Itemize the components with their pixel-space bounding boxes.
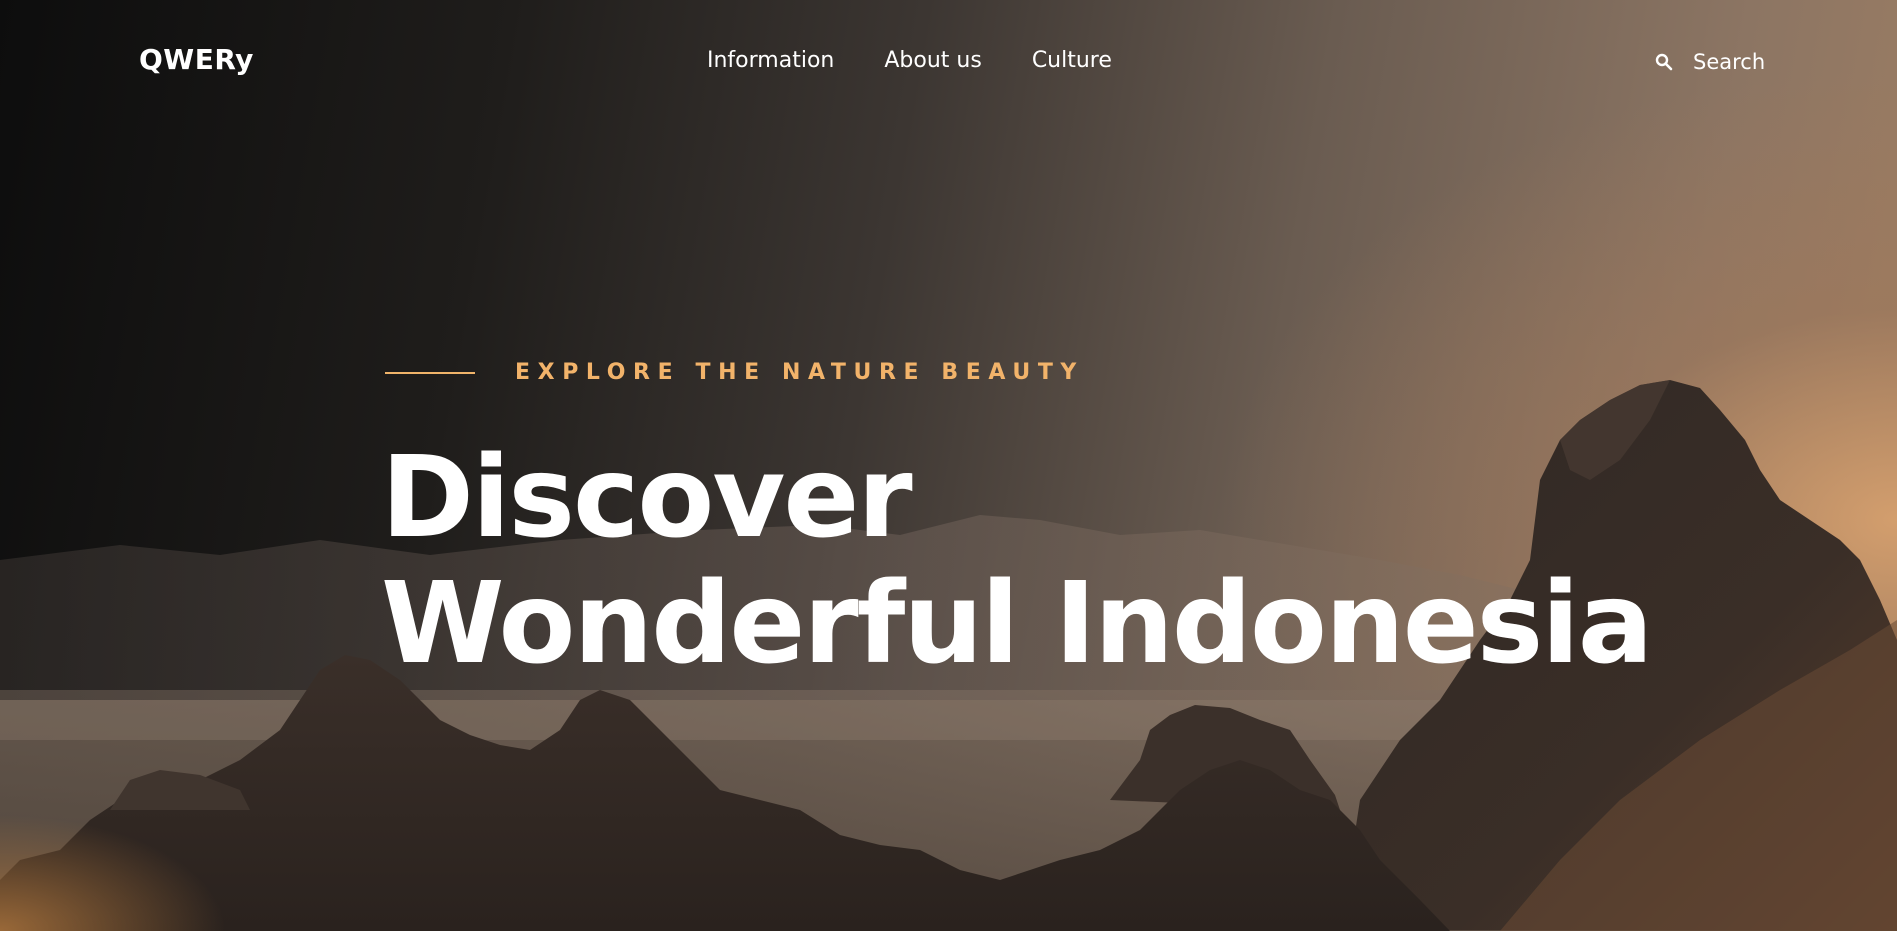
- search-icon: [1655, 53, 1673, 71]
- search-label: Search: [1693, 50, 1766, 74]
- logo[interactable]: QWERy: [139, 43, 254, 76]
- nav-link-information[interactable]: Information: [707, 48, 834, 73]
- eyebrow-text: EXPLORE THE NATURE BEAUTY: [515, 360, 1084, 385]
- nav-link-about-us[interactable]: About us: [884, 48, 981, 73]
- headline-line-2: Wonderful Indonesia: [381, 559, 1653, 689]
- eyebrow-divider: [385, 371, 475, 374]
- hero-headline: Discover Wonderful Indonesia: [381, 433, 1653, 689]
- top-navigation: QWERy Information About us Culture Searc…: [0, 0, 1897, 126]
- hero-eyebrow: EXPLORE THE NATURE BEAUTY: [385, 360, 1084, 385]
- headline-line-1: Discover: [381, 433, 913, 563]
- search-button[interactable]: Search: [1655, 50, 1765, 74]
- hero-section: QWERy Information About us Culture Searc…: [0, 0, 1897, 931]
- nav-links: Information About us Culture: [707, 48, 1112, 73]
- nav-link-culture[interactable]: Culture: [1032, 48, 1112, 73]
